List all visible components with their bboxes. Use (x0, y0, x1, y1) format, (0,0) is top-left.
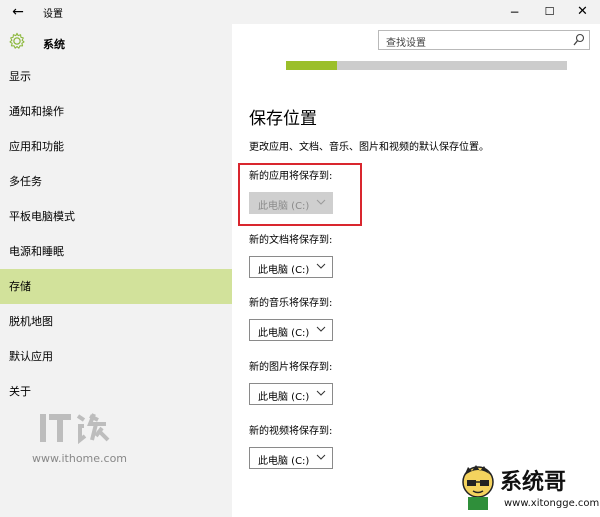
chevron-down-icon (316, 454, 326, 460)
system-header: 系统 (0, 30, 232, 56)
documents-location-dropdown[interactable]: 此电脑 (C:) (249, 256, 333, 278)
highlight-box (238, 163, 362, 226)
mascot-icon (462, 465, 494, 510)
save-location-label: 新的文档将保存到: (249, 235, 333, 246)
save-location-music: 新的音乐将保存到: 此电脑 (C:) (249, 297, 333, 341)
sidebar-item-storage[interactable]: 存储 (0, 269, 232, 304)
sidebar-item-tablet-mode[interactable]: 平板电脑模式 (0, 199, 232, 234)
save-location-label: 新的音乐将保存到: (249, 298, 333, 309)
sidebar-nav: 显示 通知和操作 应用和功能 多任务 平板电脑模式 电源和睡眠 存储 脱机地图 … (0, 59, 232, 409)
minimize-button[interactable]: − (498, 0, 531, 24)
section-title: 系统 (43, 38, 65, 51)
sidebar-item-power-sleep[interactable]: 电源和睡眠 (0, 234, 232, 269)
music-location-dropdown[interactable]: 此电脑 (C:) (249, 319, 333, 341)
section-description: 更改应用、文档、音乐、图片和视频的默认保存位置。 (249, 142, 489, 153)
dropdown-value: 此电脑 (C:) (258, 392, 310, 403)
save-location-pictures: 新的图片将保存到: 此电脑 (C:) (249, 361, 333, 405)
page-title: 保存位置 (249, 109, 317, 129)
save-location-documents: 新的文档将保存到: 此电脑 (C:) (249, 234, 333, 278)
chevron-down-icon (316, 263, 326, 269)
sidebar-item-display[interactable]: 显示 (0, 59, 232, 94)
sidebar-item-offline-maps[interactable]: 脱机地图 (0, 304, 232, 339)
title-bar: ← 设置 − ☐ ✕ (0, 0, 600, 24)
save-location-label: 新的图片将保存到: (249, 362, 333, 373)
xitongge-logo: 系统哥 www.xitongge.com (456, 460, 600, 515)
maximize-button[interactable]: ☐ (533, 0, 566, 24)
window-title: 设置 (43, 9, 63, 20)
search-icon[interactable] (573, 33, 585, 47)
search-placeholder: 查找设置 (386, 38, 426, 49)
sidebar-item-apps[interactable]: 应用和功能 (0, 129, 232, 164)
storage-usage-fill (286, 61, 337, 70)
videos-location-dropdown[interactable]: 此电脑 (C:) (249, 447, 333, 469)
search-input[interactable]: 查找设置 (378, 30, 590, 50)
save-location-videos: 新的视频将保存到: 此电脑 (C:) (249, 425, 333, 469)
chevron-down-icon (316, 390, 326, 396)
save-location-label: 新的视频将保存到: (249, 426, 333, 437)
sidebar-item-notifications[interactable]: 通知和操作 (0, 94, 232, 129)
sidebar-item-about[interactable]: 关于 (0, 374, 232, 409)
storage-usage-bar (286, 61, 567, 70)
dropdown-value: 此电脑 (C:) (258, 328, 310, 339)
sidebar-item-multitasking[interactable]: 多任务 (0, 164, 232, 199)
dropdown-value: 此电脑 (C:) (258, 265, 310, 276)
sidebar-item-default-apps[interactable]: 默认应用 (0, 339, 232, 374)
brand-name: 系统哥 (500, 470, 567, 495)
ithome-url: www.ithome.com (32, 452, 128, 465)
chevron-down-icon (316, 326, 326, 332)
back-arrow-icon[interactable]: ← (8, 2, 28, 22)
gear-icon (9, 32, 25, 49)
brand-url: www.xitongge.com (504, 498, 600, 509)
dropdown-value: 此电脑 (C:) (258, 456, 310, 467)
close-button[interactable]: ✕ (566, 0, 599, 24)
pictures-location-dropdown[interactable]: 此电脑 (C:) (249, 383, 333, 405)
ithome-logo (40, 413, 110, 445)
